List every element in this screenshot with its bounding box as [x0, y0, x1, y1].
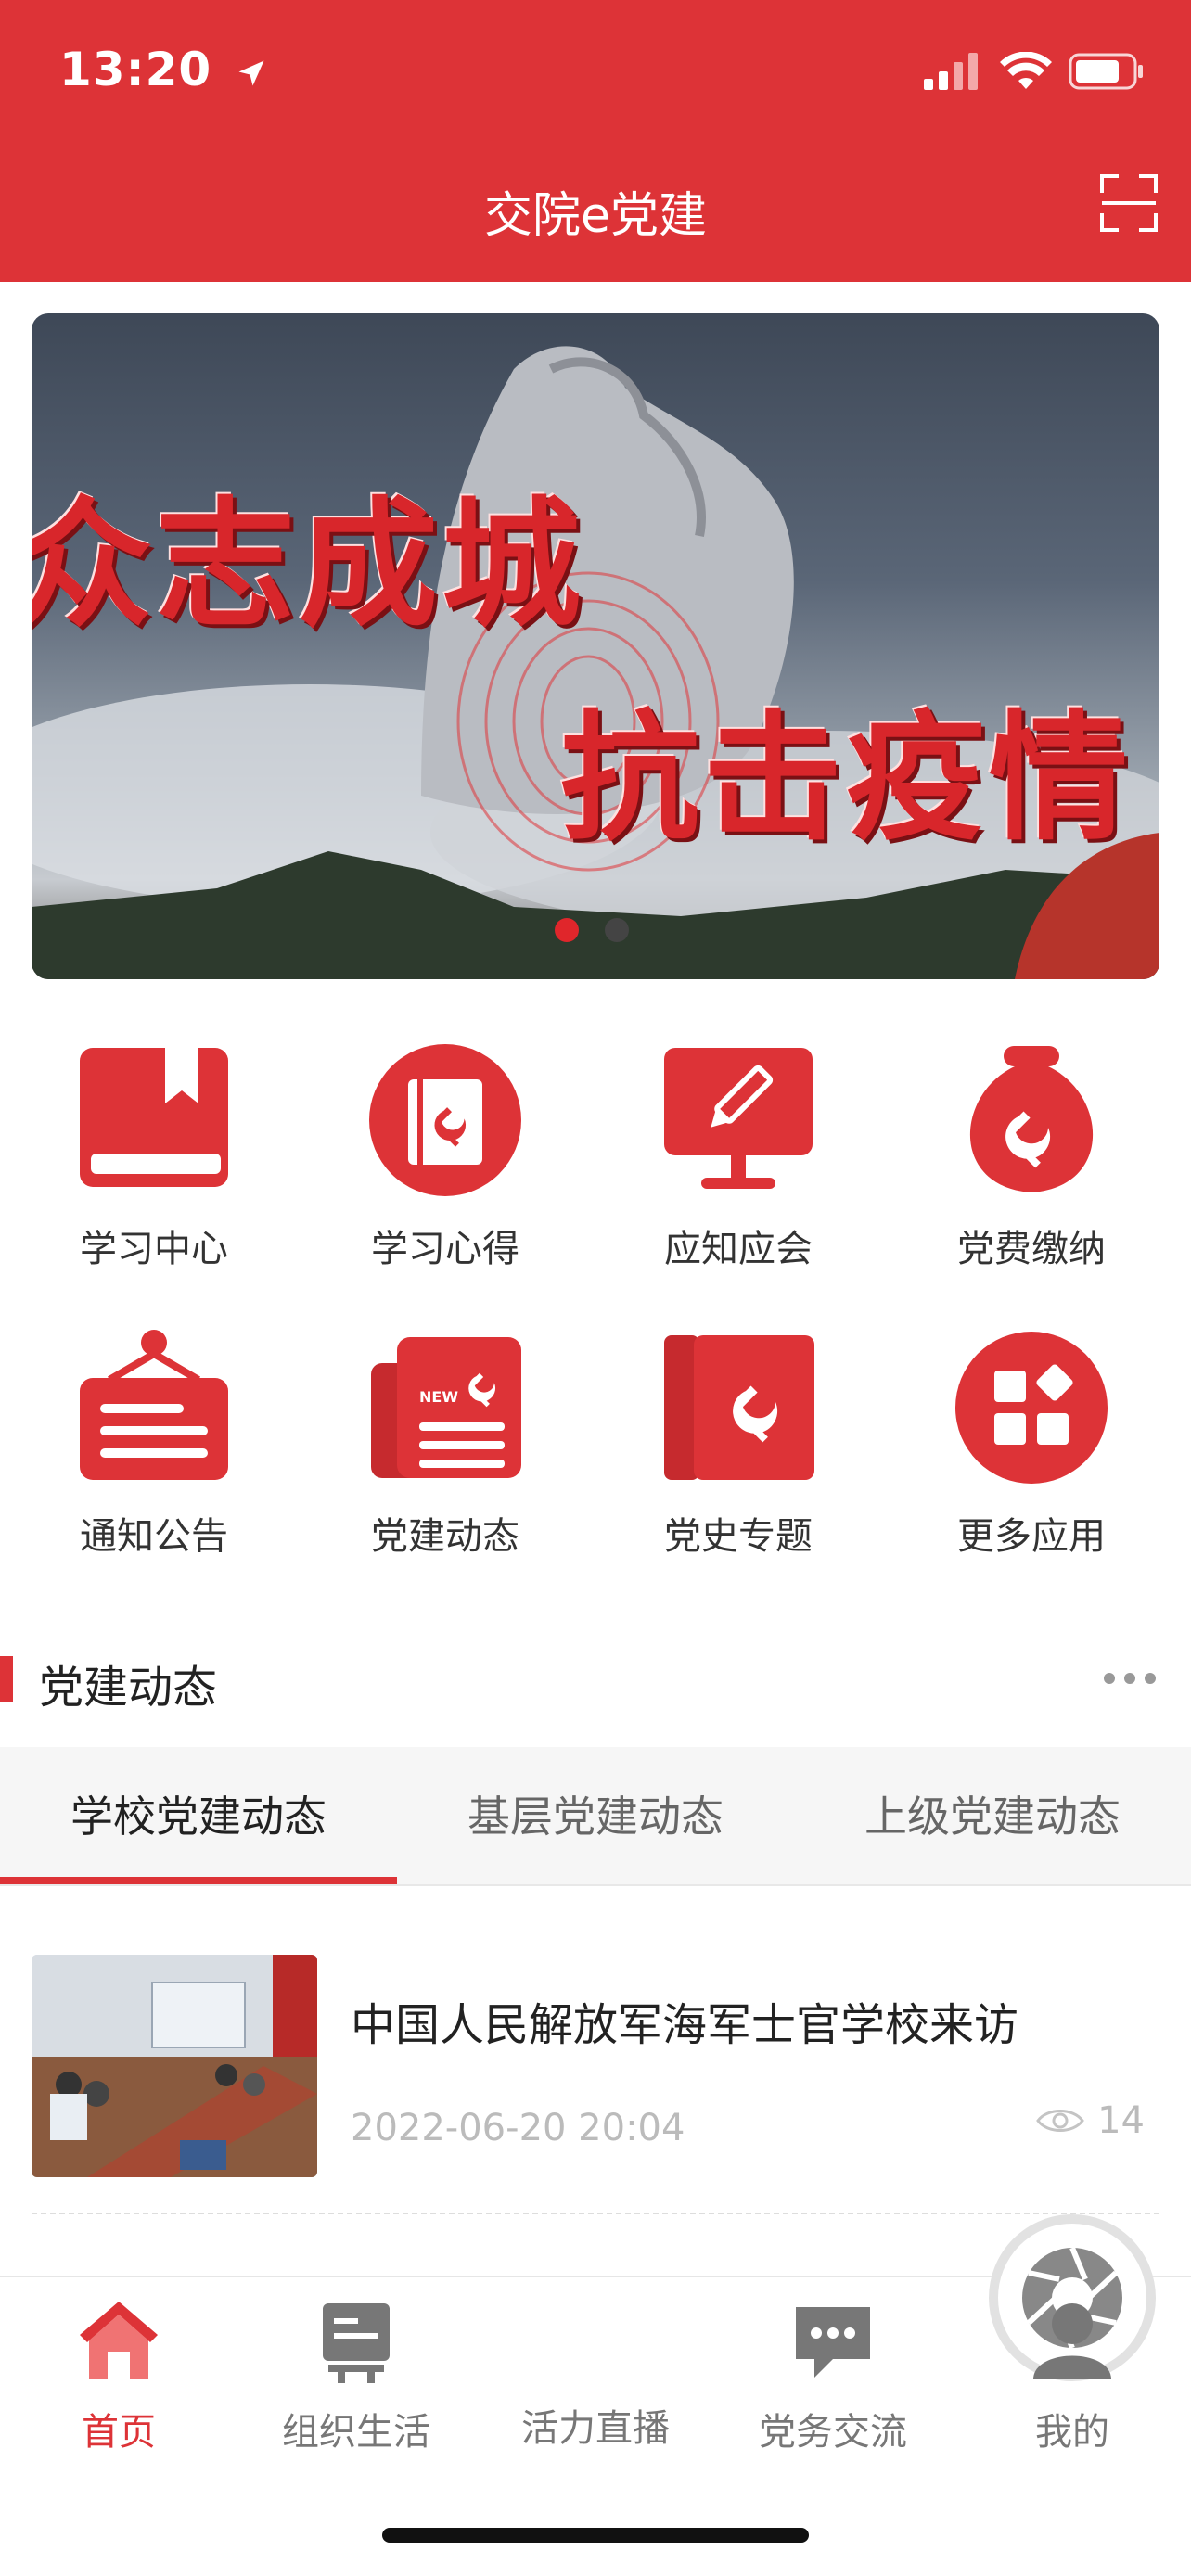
- nav-live[interactable]: 活力直播: [477, 2214, 1156, 2452]
- status-bar-icons: [924, 52, 1145, 91]
- tab-school-news[interactable]: 学校党建动态: [0, 1747, 397, 1886]
- grid-item-study-notes[interactable]: 学习心得: [297, 1039, 594, 1272]
- eye-icon: [1036, 2110, 1084, 2132]
- notebook-icon: [369, 1044, 521, 1196]
- user-icon: [1033, 2303, 1111, 2379]
- book-icon: [80, 1048, 228, 1187]
- wifi-icon: [1000, 52, 1052, 89]
- grid-item-label: 学习心得: [371, 1228, 519, 1270]
- nav-label: 组织生活: [282, 2411, 430, 2454]
- grid-item-notice[interactable]: 通知公告: [6, 1326, 302, 1560]
- grid-item-label: 党史专题: [664, 1515, 813, 1558]
- news-tabs: 学校党建动态 基层党建动态 上级党建动态: [0, 1747, 1191, 1886]
- banner-carousel[interactable]: 众志成城 抗击疫情: [32, 313, 1159, 979]
- chat-icon: [796, 2307, 870, 2378]
- banner-headline-2: 抗击疫情: [560, 698, 1133, 860]
- status-bar-time: 13:20: [59, 43, 268, 96]
- grid-item-label: 党费缴纳: [957, 1228, 1106, 1270]
- more-apps-icon: [955, 1332, 1108, 1484]
- app-header: 13:20 交院e党建: [0, 0, 1191, 282]
- scan-icon[interactable]: [1098, 172, 1159, 234]
- grid-item-party-history[interactable]: 党史专题: [590, 1326, 887, 1560]
- section-accent-bar: [0, 1656, 13, 1702]
- grid-item-label: 更多应用: [957, 1515, 1106, 1558]
- tab-grassroots-news[interactable]: 基层党建动态: [397, 1747, 794, 1886]
- money-bag-icon: [969, 1046, 1094, 1192]
- battery-icon: [1069, 53, 1143, 90]
- news-date: 2022-06-20 20:04: [351, 2107, 685, 2149]
- news-view-count: 14: [1036, 2099, 1145, 2142]
- tab-superior-news[interactable]: 上级党建动态: [794, 1747, 1191, 1886]
- tab-active-indicator: [0, 1877, 397, 1884]
- news-list-item[interactable]: 中国人民解放军海军士官学校来访 2022-06-20 20:04 14: [32, 1955, 1159, 2233]
- news-title: 中国人民解放军海军士官学校来访: [351, 1999, 1019, 2051]
- page-title: 交院e党建: [484, 188, 707, 244]
- cellular-signal-icon: [924, 53, 978, 90]
- news-divider: [32, 2213, 1159, 2214]
- nav-label: 活力直播: [521, 2407, 670, 2450]
- section-header: 党建动态: [0, 1651, 1191, 1714]
- grid-item-party-fee[interactable]: 党费缴纳: [883, 1039, 1180, 1272]
- grid-item-label: 应知应会: [664, 1228, 813, 1270]
- party-history-book-icon: [664, 1335, 814, 1480]
- carousel-dot[interactable]: [605, 918, 629, 942]
- nav-label: 我的: [1035, 2411, 1109, 2454]
- home-indicator: [382, 2528, 809, 2543]
- grid-item-party-news[interactable]: NEW 党建动态: [297, 1326, 594, 1560]
- location-arrow-icon: [238, 60, 264, 85]
- grid-item-knowledge[interactable]: 应知应会: [590, 1039, 887, 1272]
- grid-item-label: 通知公告: [80, 1515, 228, 1558]
- svg-text:NEW: NEW: [419, 1388, 458, 1406]
- nav-home[interactable]: 首页: [0, 2294, 237, 2455]
- nav-label: 首页: [82, 2411, 156, 2454]
- newspaper-icon: NEW: [371, 1337, 521, 1478]
- carousel-dots: [555, 918, 629, 942]
- grid-item-label: 学习中心: [80, 1228, 228, 1270]
- banner-headline-1: 众志成城: [32, 485, 585, 646]
- status-time-text: 13:20: [59, 43, 212, 96]
- grid-item-more-apps[interactable]: 更多应用: [883, 1326, 1180, 1560]
- nav-party-chat[interactable]: 党务交流: [714, 2294, 952, 2455]
- nav-me[interactable]: 我的: [954, 2294, 1191, 2455]
- section-title: 党建动态: [39, 1662, 218, 1714]
- nav-org-life[interactable]: 组织生活: [237, 2294, 475, 2455]
- monitor-pencil-icon: [664, 1048, 813, 1189]
- grid-item-study-center[interactable]: 学习中心: [6, 1039, 302, 1272]
- home-icon: [80, 2302, 158, 2379]
- nav-label: 党务交流: [759, 2411, 907, 2454]
- org-life-icon: [323, 2303, 390, 2383]
- news-views-text: 14: [1097, 2099, 1145, 2142]
- grid-item-label: 党建动态: [371, 1515, 519, 1558]
- carousel-dot-active[interactable]: [555, 918, 579, 942]
- more-icon[interactable]: [1104, 1673, 1156, 1684]
- news-thumbnail: [32, 1955, 317, 2177]
- notice-board-icon: [80, 1330, 228, 1480]
